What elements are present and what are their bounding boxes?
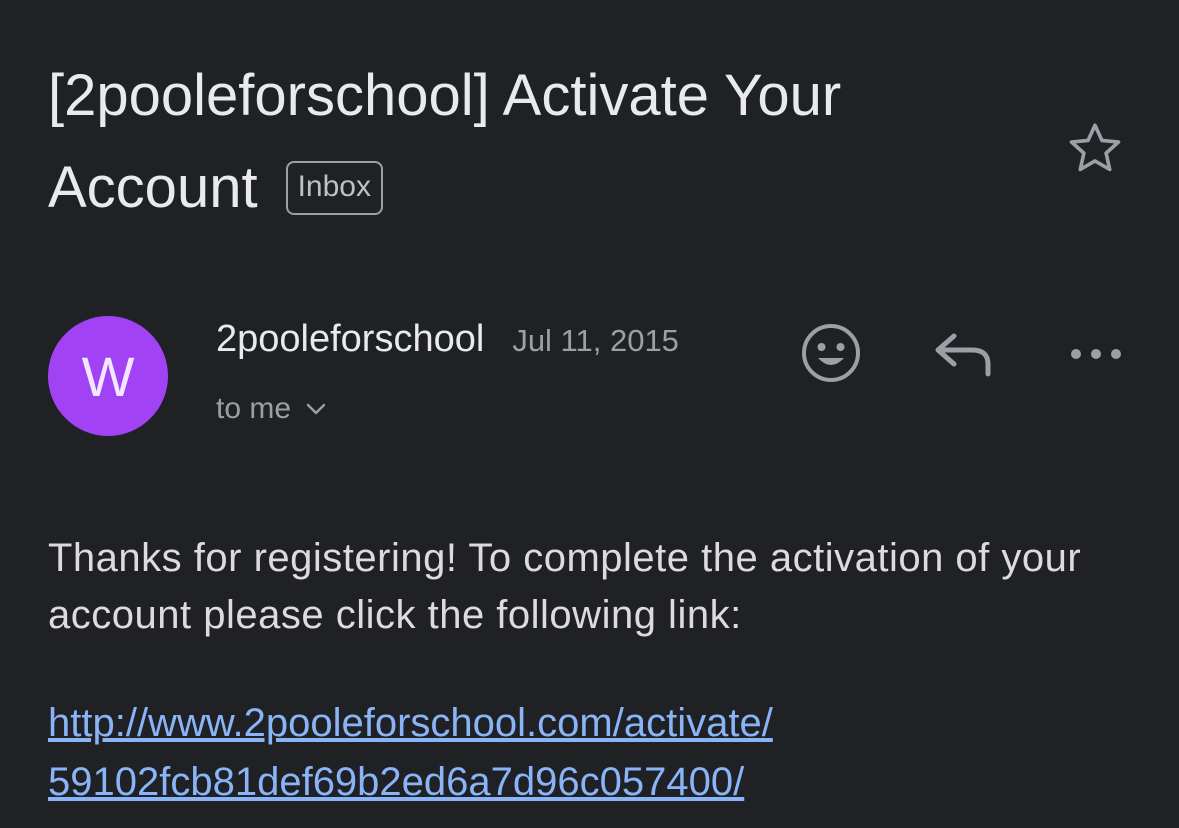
sender-avatar[interactable]: W <box>48 316 168 436</box>
activation-link-line-1[interactable]: http://www.2pooleforschool.com/activate/ <box>48 694 773 753</box>
activation-link-line-2[interactable]: 59102fcb81def69b2ed6a7d96c057400/ <box>48 753 773 812</box>
chevron-down-icon <box>306 403 326 415</box>
inbox-label-badge[interactable]: Inbox <box>285 161 383 215</box>
subject-line-2: Account <box>48 155 258 220</box>
subject-line-2-row: Account Inbox <box>48 142 1008 234</box>
avatar-letter: W <box>81 344 135 408</box>
star-icon[interactable] <box>1064 118 1126 180</box>
sender-row: 2pooleforschool Jul 11, 2015 <box>216 318 679 361</box>
recipient-details-toggle[interactable]: to me <box>216 392 327 426</box>
more-horizontal-icon[interactable] <box>1068 334 1124 374</box>
reply-icon[interactable] <box>932 330 994 378</box>
activation-link[interactable]: http://www.2pooleforschool.com/activate/… <box>48 694 773 812</box>
smiley-icon[interactable] <box>800 322 862 384</box>
recipient-label: to me <box>216 392 292 425</box>
email-subject: [2pooleforschool] Activate Your Account … <box>48 50 1008 234</box>
subject-line-1: [2pooleforschool] Activate Your <box>48 63 842 128</box>
sender-name[interactable]: 2pooleforschool <box>216 318 484 361</box>
email-date: Jul 11, 2015 <box>512 323 679 358</box>
email-body-text: Thanks for registering! To complete the … <box>48 536 1082 637</box>
